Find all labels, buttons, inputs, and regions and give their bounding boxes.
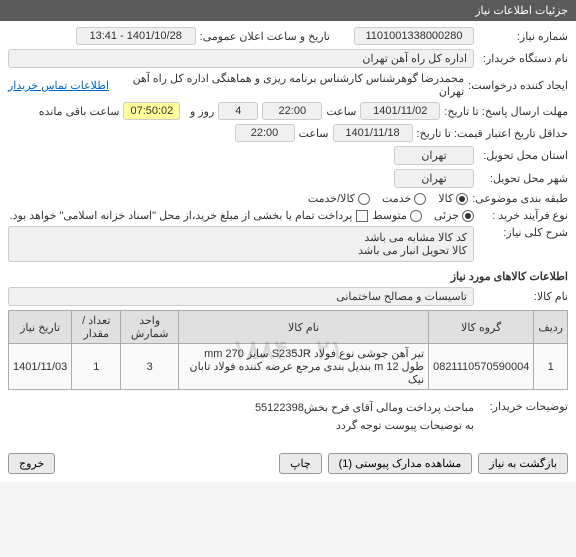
announce-label: تاریخ و ساعت اعلان عمومی: [200, 30, 330, 43]
back-button[interactable]: بازگشت به نیاز [478, 453, 568, 474]
th-unit: واحد شمارش [121, 311, 179, 344]
th-name: نام کالا [179, 311, 429, 344]
notes-label: توضیحات خریدار: [478, 400, 568, 413]
header-title: جزئیات اطلاعات نیاز [475, 5, 568, 17]
desc-field: کد کالا مشابه می باشد کالا تحویل انبار م… [8, 226, 474, 262]
city-value: تهران [394, 169, 474, 188]
announce-value: 1401/10/28 - 13:41 [76, 27, 196, 45]
table-row: 1 0821110570590004 تیر آهن جوشی نوع فولا… [9, 344, 568, 390]
validity-label: حداقل تاریخ اعتبار قیمت: تا تاریخ: [417, 127, 568, 140]
th-row: ردیف [534, 311, 568, 344]
deadline-time: 22:00 [262, 102, 322, 120]
items-table: ردیف گروه کالا نام کالا واحد شمارش تعداد… [8, 310, 568, 390]
radio-goods[interactable] [456, 193, 468, 205]
exit-button[interactable]: خروج [8, 453, 55, 474]
th-date: تاریخ نیاز [9, 311, 72, 344]
validity-time: 22:00 [235, 124, 295, 142]
desc-label: شرح کلی نیاز: [478, 226, 568, 239]
contact-link[interactable]: اطلاعات تماس خریدار [8, 79, 109, 92]
time-label-2: ساعت [299, 127, 329, 140]
th-qty: تعداد / مقدار [72, 311, 121, 344]
province-value: تهران [394, 146, 474, 165]
buyer-value: اداره کل راه آهن تهران [8, 49, 474, 68]
subject-cat-label: طبقه بندی موضوعی: [472, 192, 568, 205]
items-section-title: اطلاعات کالاهای مورد نیاز [8, 270, 568, 283]
validity-date: 1401/11/18 [333, 124, 413, 142]
item-name-label: نام کالا: [478, 290, 568, 303]
countdown: 07:50:02 [123, 102, 180, 120]
radio-goods-service[interactable] [358, 193, 370, 205]
day-label: روز و [184, 105, 214, 118]
requester-value: محمدرضا گوهرشناس کارشناس برنامه ریزی و ه… [113, 72, 464, 98]
radio-service[interactable] [414, 193, 426, 205]
province-label: استان محل تحویل: [478, 149, 568, 162]
purchase-type-label: نوع فرآیند خرید : [478, 209, 568, 222]
deadline-date: 1401/11/02 [360, 102, 440, 120]
purchase-note: پرداخت تمام یا بخشی از مبلغ خرید،از محل … [10, 209, 353, 222]
header-bar: جزئیات اطلاعات نیاز [0, 0, 576, 21]
buyer-label: نام دستگاه خریدار: [478, 52, 568, 65]
deadline-label: مهلت ارسال پاسخ: تا تاریخ: [444, 105, 568, 118]
purchase-radio-group: جزئی متوسط [372, 209, 474, 222]
radio-partial[interactable] [462, 210, 474, 222]
footer-buttons: بازگشت به نیاز مشاهده مدارک پیوستی (1) چ… [0, 445, 576, 482]
buyer-notes: مباحث پرداخت ومالی آقای فرح بخش55122398 … [8, 400, 474, 435]
city-label: شهر محل تحویل: [478, 172, 568, 185]
requester-label: ایجاد کننده درخواست: [468, 79, 568, 92]
treasury-checkbox[interactable] [356, 210, 368, 222]
th-code: گروه کالا [429, 311, 534, 344]
radio-medium[interactable] [410, 210, 422, 222]
need-no-value: 1101001338000280 [354, 27, 474, 45]
days-remaining: 4 [218, 102, 258, 120]
attachments-button[interactable]: مشاهده مدارک پیوستی (1) [328, 453, 473, 474]
time-label-1: ساعت [326, 105, 356, 118]
remaining-label: ساعت باقی مانده [39, 105, 120, 118]
item-name-value: تاسیسات و مصالح ساختمانی [8, 287, 474, 306]
need-no-label: شماره نیاز: [478, 30, 568, 43]
subject-radio-group: کالا خدمت کالا/خدمت [308, 192, 468, 205]
print-button[interactable]: چاپ [279, 453, 322, 474]
